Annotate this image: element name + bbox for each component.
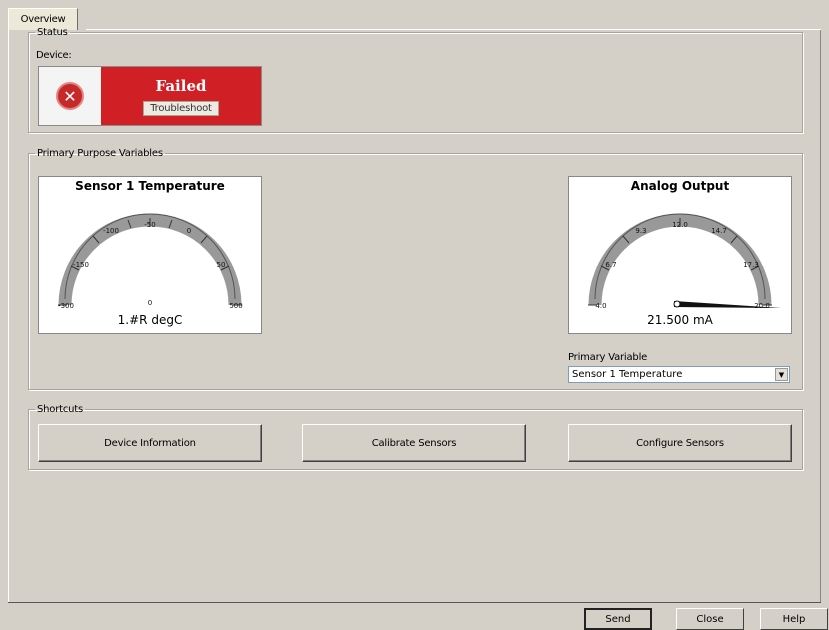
footer-divider	[8, 602, 821, 603]
configure-sensors-button[interactable]: Configure Sensors	[568, 424, 792, 462]
analog-gauge-title: Analog Output	[630, 179, 730, 193]
needle-pivot	[673, 300, 681, 308]
analog-tick-label: 20.0	[754, 302, 770, 310]
chevron-down-icon[interactable]: ▼	[775, 368, 788, 381]
analog-gauge-value: 21.500 mA	[647, 313, 713, 327]
temperature-gauge-title: Sensor 1 Temperature	[75, 179, 225, 193]
primary-variable-value: Sensor 1 Temperature	[572, 369, 683, 380]
temperature-dial: -300 -150 -100 -50 0 50 500 0	[58, 213, 243, 310]
temperature-gauge-value: 1.#R degC	[117, 313, 183, 327]
device-status-box: ✕ Failed Troubleshoot	[38, 66, 262, 126]
device-information-button[interactable]: Device Information	[38, 424, 262, 462]
status-legend: Status	[37, 27, 68, 38]
analog-tick-label: 9.3	[635, 227, 646, 235]
shortcuts-legend: Shortcuts	[37, 404, 84, 415]
analog-tick-label: 12.0	[672, 221, 688, 229]
close-button[interactable]: Close	[676, 608, 744, 630]
primary-variable-label: Primary Variable	[568, 352, 648, 363]
calibrate-sensors-button[interactable]: Calibrate Sensors	[302, 424, 526, 462]
analog-output-dial: 4.0 6.7 9.3 12.0 14.7 17.3 20.0	[588, 213, 781, 310]
temperature-tick-label: -300	[58, 302, 74, 310]
error-icon: ✕	[56, 82, 84, 110]
ppv-legend: Primary Purpose Variables	[37, 148, 163, 159]
temperature-tick-label: -50	[144, 221, 155, 229]
sensor-temperature-gauge: -300 -150 -100 -50 0 50 500 0 Sensor 1 T…	[38, 176, 262, 334]
status-text: Failed	[155, 76, 207, 95]
temperature-tick-label: -100	[103, 227, 119, 235]
help-button[interactable]: Help	[760, 608, 828, 630]
device-label: Device:	[36, 50, 72, 61]
troubleshoot-button[interactable]: Troubleshoot	[143, 100, 219, 116]
analog-output-gauge: 4.0 6.7 9.3 12.0 14.7 17.3 20.0 Analog O…	[568, 176, 792, 334]
temperature-tick-label: 0	[148, 299, 152, 307]
temperature-tick-label: -150	[73, 261, 89, 269]
status-icon-cell: ✕	[39, 67, 101, 125]
dialog-footer: Send Close Help	[0, 602, 829, 630]
analog-tick-label: 14.7	[711, 227, 727, 235]
temperature-tick-label: 0	[187, 227, 191, 235]
analog-tick-label: 6.7	[605, 261, 616, 269]
primary-variable-select[interactable]: Sensor 1 Temperature ▼	[568, 366, 790, 383]
status-banner: Failed Troubleshoot	[101, 67, 261, 125]
send-button[interactable]: Send	[584, 608, 652, 630]
temperature-tick-label: 50	[217, 261, 226, 269]
analog-tick-label: 4.0	[595, 302, 606, 310]
analog-tick-label: 17.3	[743, 261, 759, 269]
temperature-tick-label: 500	[229, 302, 242, 310]
